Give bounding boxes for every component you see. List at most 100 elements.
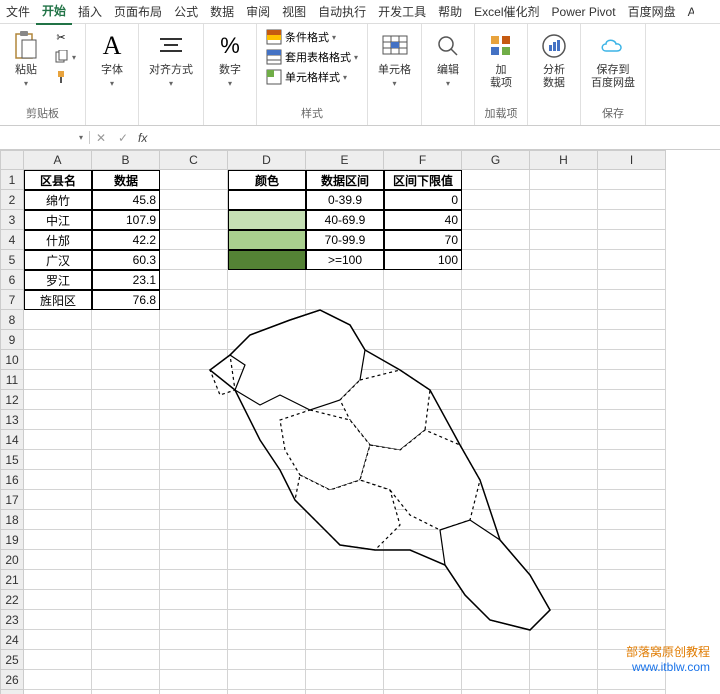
cell[interactable]	[598, 690, 666, 694]
cell[interactable]	[598, 490, 666, 510]
cell[interactable]	[598, 350, 666, 370]
tab-help[interactable]: 帮助	[432, 0, 468, 24]
cell[interactable]	[598, 470, 666, 490]
row-header[interactable]: 11	[0, 370, 24, 390]
cell[interactable]: 罗江	[24, 270, 92, 290]
cell[interactable]	[92, 590, 160, 610]
tab-automate[interactable]: 自动执行	[312, 0, 372, 24]
cell[interactable]	[24, 470, 92, 490]
map-shape[interactable]	[200, 300, 600, 650]
align-button[interactable]: 对齐方式 ▾	[145, 28, 197, 90]
cell[interactable]	[228, 190, 306, 210]
analysis-button[interactable]: 分析 数据	[534, 28, 574, 92]
cell[interactable]	[24, 450, 92, 470]
cell[interactable]	[598, 590, 666, 610]
row-header[interactable]: 16	[0, 470, 24, 490]
cell[interactable]	[598, 230, 666, 250]
row-header[interactable]: 20	[0, 550, 24, 570]
cell[interactable]	[160, 670, 228, 690]
cell[interactable]	[92, 670, 160, 690]
col-header[interactable]: F	[384, 150, 462, 170]
cell[interactable]	[160, 250, 228, 270]
cell[interactable]	[92, 470, 160, 490]
cell[interactable]	[530, 690, 598, 694]
cell[interactable]	[462, 270, 530, 290]
cell[interactable]	[598, 450, 666, 470]
cell[interactable]: 数据	[92, 170, 160, 190]
row-header[interactable]: 14	[0, 430, 24, 450]
cell[interactable]	[462, 650, 530, 670]
format-painter-button[interactable]	[50, 68, 79, 86]
cell[interactable]	[24, 550, 92, 570]
select-all-corner[interactable]	[0, 150, 24, 170]
cell[interactable]	[92, 350, 160, 370]
col-header[interactable]: I	[598, 150, 666, 170]
cell[interactable]	[160, 210, 228, 230]
fx-icon[interactable]: fx	[134, 131, 151, 145]
tab-insert[interactable]: 插入	[72, 0, 108, 24]
cell-style-button[interactable]: 单元格样式 ▾	[263, 68, 361, 86]
addin-button[interactable]: 加 载项	[481, 28, 521, 92]
cell[interactable]: 数据区间	[306, 170, 384, 190]
tab-home[interactable]: 开始	[36, 0, 72, 25]
col-header[interactable]: C	[160, 150, 228, 170]
cell[interactable]	[24, 310, 92, 330]
tab-view[interactable]: 视图	[276, 0, 312, 24]
row-header[interactable]: 8	[0, 310, 24, 330]
row-header[interactable]: 12	[0, 390, 24, 410]
cell[interactable]	[530, 230, 598, 250]
row-header[interactable]: 6	[0, 270, 24, 290]
row-header[interactable]: 13	[0, 410, 24, 430]
cell[interactable]: 40-69.9	[306, 210, 384, 230]
cell[interactable]	[228, 650, 306, 670]
row-header[interactable]: 24	[0, 630, 24, 650]
tab-pagelayout[interactable]: 页面布局	[108, 0, 168, 24]
cell[interactable]	[24, 570, 92, 590]
copy-button[interactable]: ▾	[50, 48, 79, 66]
editing-button[interactable]: 编辑 ▾	[428, 28, 468, 90]
col-header[interactable]: G	[462, 150, 530, 170]
cell[interactable]	[92, 610, 160, 630]
cell[interactable]	[24, 490, 92, 510]
cell[interactable]	[598, 190, 666, 210]
cell[interactable]	[598, 530, 666, 550]
cell[interactable]	[462, 190, 530, 210]
cell[interactable]	[228, 210, 306, 230]
cell[interactable]	[530, 670, 598, 690]
cell[interactable]: 颜色	[228, 170, 306, 190]
row-header[interactable]: 10	[0, 350, 24, 370]
cell[interactable]	[228, 690, 306, 694]
cell[interactable]: 45.8	[92, 190, 160, 210]
cell[interactable]	[160, 690, 228, 694]
tab-formulas[interactable]: 公式	[168, 0, 204, 24]
cell[interactable]	[598, 250, 666, 270]
cell[interactable]	[92, 510, 160, 530]
cell[interactable]	[228, 230, 306, 250]
cell[interactable]	[530, 250, 598, 270]
cell[interactable]	[598, 550, 666, 570]
cell[interactable]	[92, 310, 160, 330]
cell[interactable]: >=100	[306, 250, 384, 270]
row-header[interactable]: 19	[0, 530, 24, 550]
cell[interactable]: 60.3	[92, 250, 160, 270]
cell[interactable]	[24, 530, 92, 550]
cell[interactable]	[384, 650, 462, 670]
row-header[interactable]: 15	[0, 450, 24, 470]
cell[interactable]	[160, 230, 228, 250]
cell[interactable]: 旌阳区	[24, 290, 92, 310]
cell[interactable]	[598, 270, 666, 290]
row-header[interactable]: 27	[0, 690, 24, 694]
cell[interactable]	[462, 230, 530, 250]
cell[interactable]	[598, 170, 666, 190]
formula-input[interactable]	[151, 129, 720, 147]
cells-button[interactable]: 单元格 ▾	[374, 28, 415, 90]
row-header[interactable]: 25	[0, 650, 24, 670]
cell[interactable]	[598, 370, 666, 390]
cell[interactable]: 23.1	[92, 270, 160, 290]
cell[interactable]	[92, 450, 160, 470]
cell[interactable]: 40	[384, 210, 462, 230]
tab-excelcat[interactable]: Excel催化剂	[468, 0, 545, 24]
cell[interactable]	[530, 270, 598, 290]
cell[interactable]	[306, 670, 384, 690]
cell[interactable]: 0-39.9	[306, 190, 384, 210]
